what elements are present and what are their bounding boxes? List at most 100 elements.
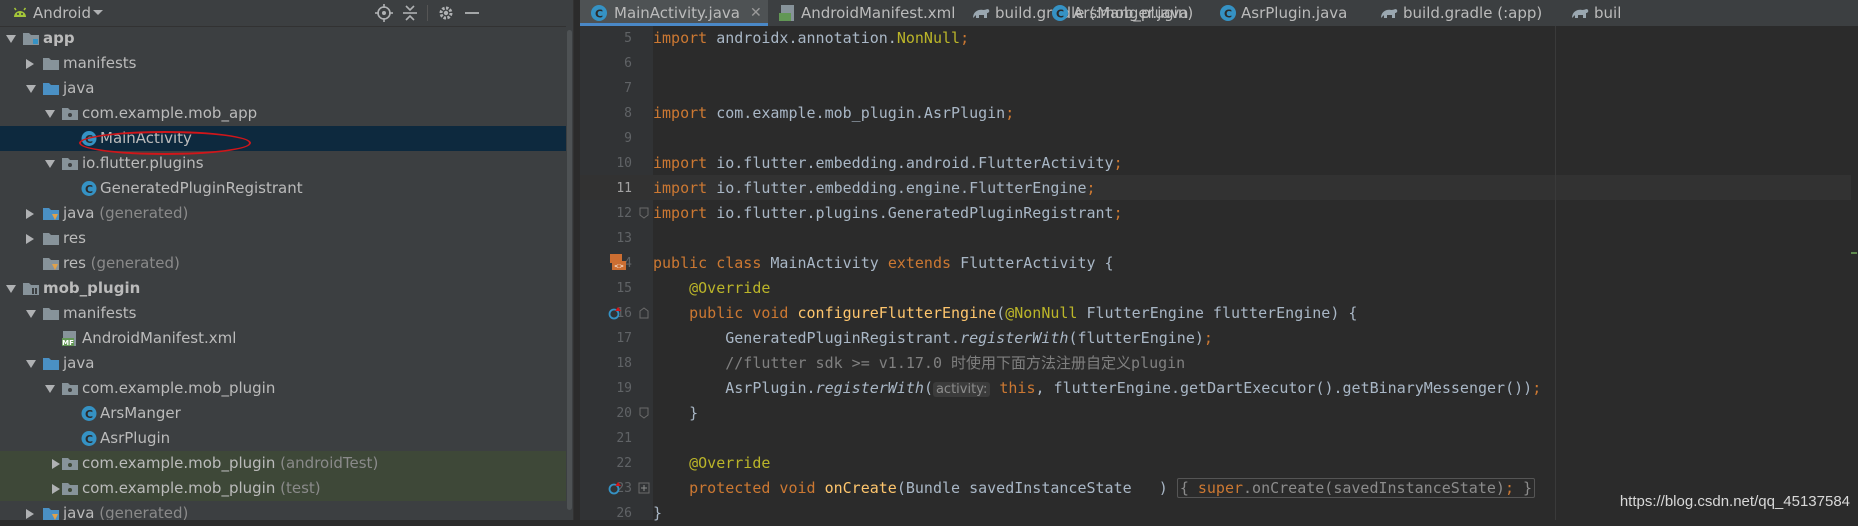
gear-icon[interactable]	[436, 3, 456, 23]
class-icon: C	[81, 406, 97, 421]
override-method-icon[interactable]	[608, 481, 622, 495]
tree-label: java (generated)	[63, 504, 189, 520]
tree-item-java[interactable]: java	[0, 76, 566, 101]
tree-item-class[interactable]: C ArsManger	[0, 401, 566, 426]
tree-item-res-generated[interactable]: res (generated)	[0, 251, 566, 276]
line-number: 22	[616, 456, 632, 471]
expand-arrow-icon[interactable]	[45, 160, 55, 168]
tree-item-java-generated[interactable]: java (generated)	[0, 501, 566, 520]
fold-marker-icon[interactable]	[637, 406, 651, 420]
tree-label: java (generated)	[63, 204, 189, 222]
tree-item-java[interactable]: java	[0, 351, 566, 376]
line-number: 6	[624, 56, 632, 71]
expand-arrow-icon[interactable]	[6, 285, 16, 293]
code-line[interactable]: @Override	[653, 451, 770, 476]
code-line[interactable]: import com.example.mob_plugin.AsrPlugin;	[653, 101, 1014, 126]
tab-main-activity[interactable]: C MainActivity.java ✕	[580, 0, 768, 26]
tree-item-manifests[interactable]: manifests	[0, 301, 566, 326]
expand-arrow-icon[interactable]	[45, 110, 55, 118]
expand-arrow-icon[interactable]	[26, 234, 34, 244]
expand-arrow-icon[interactable]	[26, 509, 34, 519]
code-line-current[interactable]: import io.flutter.embedding.engine.Flutt…	[653, 176, 1096, 201]
code-line[interactable]: import io.flutter.embedding.android.Flut…	[653, 151, 1123, 176]
tree-item-test-package[interactable]: com.example.mob_plugin (test)	[0, 476, 566, 501]
code-line[interactable]: public class MainActivity extends Flutte…	[653, 251, 1114, 276]
code-line[interactable]: }	[653, 501, 662, 526]
expand-arrow-icon[interactable]	[52, 459, 60, 469]
manifest-icon	[779, 5, 794, 21]
tree-label: manifests	[63, 54, 137, 72]
locate-icon[interactable]	[374, 3, 394, 23]
code-line[interactable]: import androidx.annotation.NonNull;	[653, 26, 969, 51]
tree-label: AsrPlugin	[100, 429, 171, 447]
expand-fold-icon[interactable]	[637, 481, 651, 495]
svg-text:C: C	[85, 408, 93, 421]
tree-item-manifests[interactable]: manifests	[0, 51, 566, 76]
svg-text:C: C	[85, 433, 93, 446]
override-method-icon[interactable]	[608, 306, 622, 320]
tab-label: buil	[1594, 4, 1622, 22]
tree-label: io.flutter.plugins	[82, 154, 204, 172]
tree-module-app[interactable]: app	[0, 26, 566, 51]
project-scrollbar[interactable]	[566, 26, 573, 520]
svg-text:C: C	[85, 183, 93, 196]
tree-item-class[interactable]: C AsrPlugin	[0, 426, 566, 451]
module-folder-icon	[23, 33, 39, 45]
expand-arrow-icon[interactable]	[45, 385, 55, 393]
folded-block[interactable]: { super.onCreate(savedInstanceState); }	[1176, 478, 1536, 498]
code-line[interactable]: }	[653, 401, 698, 426]
minimize-icon[interactable]	[462, 3, 482, 23]
expand-arrow-icon[interactable]	[6, 35, 16, 43]
tree-item-java-generated[interactable]: java (generated)	[0, 201, 566, 226]
tab-build-gradle-overflow[interactable]: buil	[1570, 0, 1630, 26]
class-icon: C	[1052, 5, 1068, 21]
gradle-icon	[1572, 9, 1589, 18]
scrollbar-thumb[interactable]	[567, 30, 572, 510]
svg-text:<>: <>	[614, 263, 624, 270]
tree-item-package[interactable]: com.example.mob_plugin	[0, 376, 566, 401]
expand-arrow-icon[interactable]	[26, 209, 34, 219]
tab-ars-manger[interactable]: C ArsManger.java	[1049, 0, 1209, 26]
code-line[interactable]: import io.flutter.plugins.GeneratedPlugi…	[653, 201, 1123, 226]
project-view-selector[interactable]: Android	[33, 0, 91, 26]
code-line[interactable]: GeneratedPluginRegistrant.registerWith(f…	[653, 326, 1213, 351]
fold-marker-icon[interactable]	[637, 206, 651, 220]
close-icon[interactable]: ✕	[750, 0, 762, 26]
panel-splitter[interactable]	[573, 0, 580, 520]
tab-label: AndroidManifest.xml	[801, 4, 956, 22]
tab-android-manifest[interactable]: AndroidManifest.xml	[768, 0, 969, 26]
tree-module-mob-plugin[interactable]: mob_plugin	[0, 276, 566, 301]
tree-item-manifest-file[interactable]: MF AndroidManifest.xml	[0, 326, 566, 351]
folder-icon	[43, 233, 59, 245]
expand-arrow-icon[interactable]	[26, 310, 36, 318]
line-number: 7	[624, 81, 632, 96]
line-number: 8	[624, 106, 632, 121]
code-line[interactable]: AsrPlugin.registerWith(activity: this, f…	[653, 376, 1541, 401]
tree-item-android-test-package[interactable]: com.example.mob_plugin (androidTest)	[0, 451, 566, 476]
fold-marker-icon[interactable]	[637, 306, 651, 320]
generated-folder-icon	[43, 508, 59, 520]
tree-item-class[interactable]: C GeneratedPluginRegistrant	[0, 176, 566, 201]
chevron-down-icon[interactable]	[92, 2, 104, 28]
expand-arrow-icon[interactable]	[52, 484, 60, 494]
collapse-all-icon[interactable]	[400, 3, 420, 23]
code-line-comment[interactable]: //flutter sdk >= v1.17.0 时使用下面方法注册自定义plu…	[653, 351, 1185, 376]
generated-folder-icon	[43, 208, 59, 220]
code-line[interactable]: protected void onCreate(Bundle savedInst…	[653, 476, 1536, 501]
tab-asr-plugin[interactable]: C AsrPlugin.java	[1217, 0, 1367, 26]
class-icon: C	[81, 431, 97, 446]
tree-item-res[interactable]: res	[0, 226, 566, 251]
android-activity-icon[interactable]: <>	[608, 253, 628, 271]
expand-arrow-icon[interactable]	[26, 59, 34, 69]
tree-item-package[interactable]: io.flutter.plugins	[0, 151, 566, 176]
code-line[interactable]: public void configureFlutterEngine(@NonN…	[653, 301, 1357, 326]
editor-scrollbar[interactable]	[1851, 26, 1858, 520]
line-number: 12	[616, 206, 632, 221]
code-line[interactable]: @Override	[653, 276, 770, 301]
tree-item-package[interactable]: com.example.mob_app	[0, 101, 566, 126]
expand-arrow-icon[interactable]	[26, 360, 36, 368]
project-panel-header: Android	[0, 0, 573, 27]
tab-build-gradle-app[interactable]: build.gradle (:app)	[1377, 0, 1542, 26]
expand-arrow-icon[interactable]	[26, 85, 36, 93]
package-icon	[62, 158, 78, 170]
